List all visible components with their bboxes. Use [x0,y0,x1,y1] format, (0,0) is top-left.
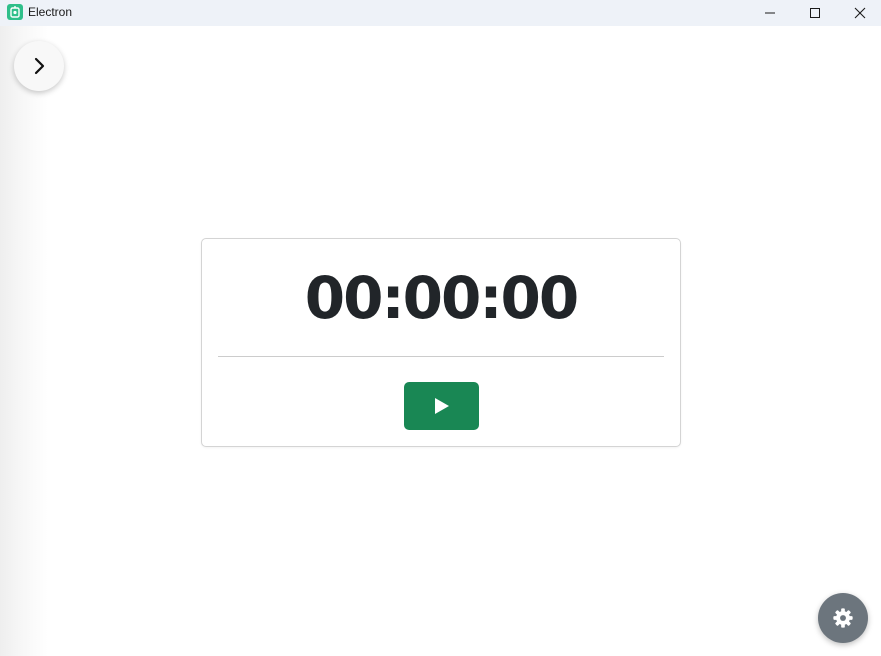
sidebar-toggle-button[interactable] [14,41,64,91]
minimize-icon [765,12,775,14]
window-title: Electron [28,5,73,19]
gear-icon [833,608,853,628]
settings-button[interactable] [818,593,868,643]
close-icon [854,7,866,19]
chevron-right-icon [34,57,45,75]
minimize-button[interactable] [747,0,793,26]
title-bar[interactable]: Electron [0,0,881,26]
app-window: Electron 00:00:00 [0,0,881,656]
main-content: 00:00:00 [0,26,881,656]
timer-card: 00:00:00 [201,238,681,447]
sidebar-edge [0,26,48,656]
maximize-button[interactable] [792,0,838,26]
timer-display: 00:00:00 [304,264,580,332]
play-icon [434,398,449,414]
close-button[interactable] [837,0,881,26]
electron-app-icon [7,4,23,20]
maximize-icon [810,8,820,18]
divider [218,356,664,357]
start-timer-button[interactable] [404,382,479,430]
